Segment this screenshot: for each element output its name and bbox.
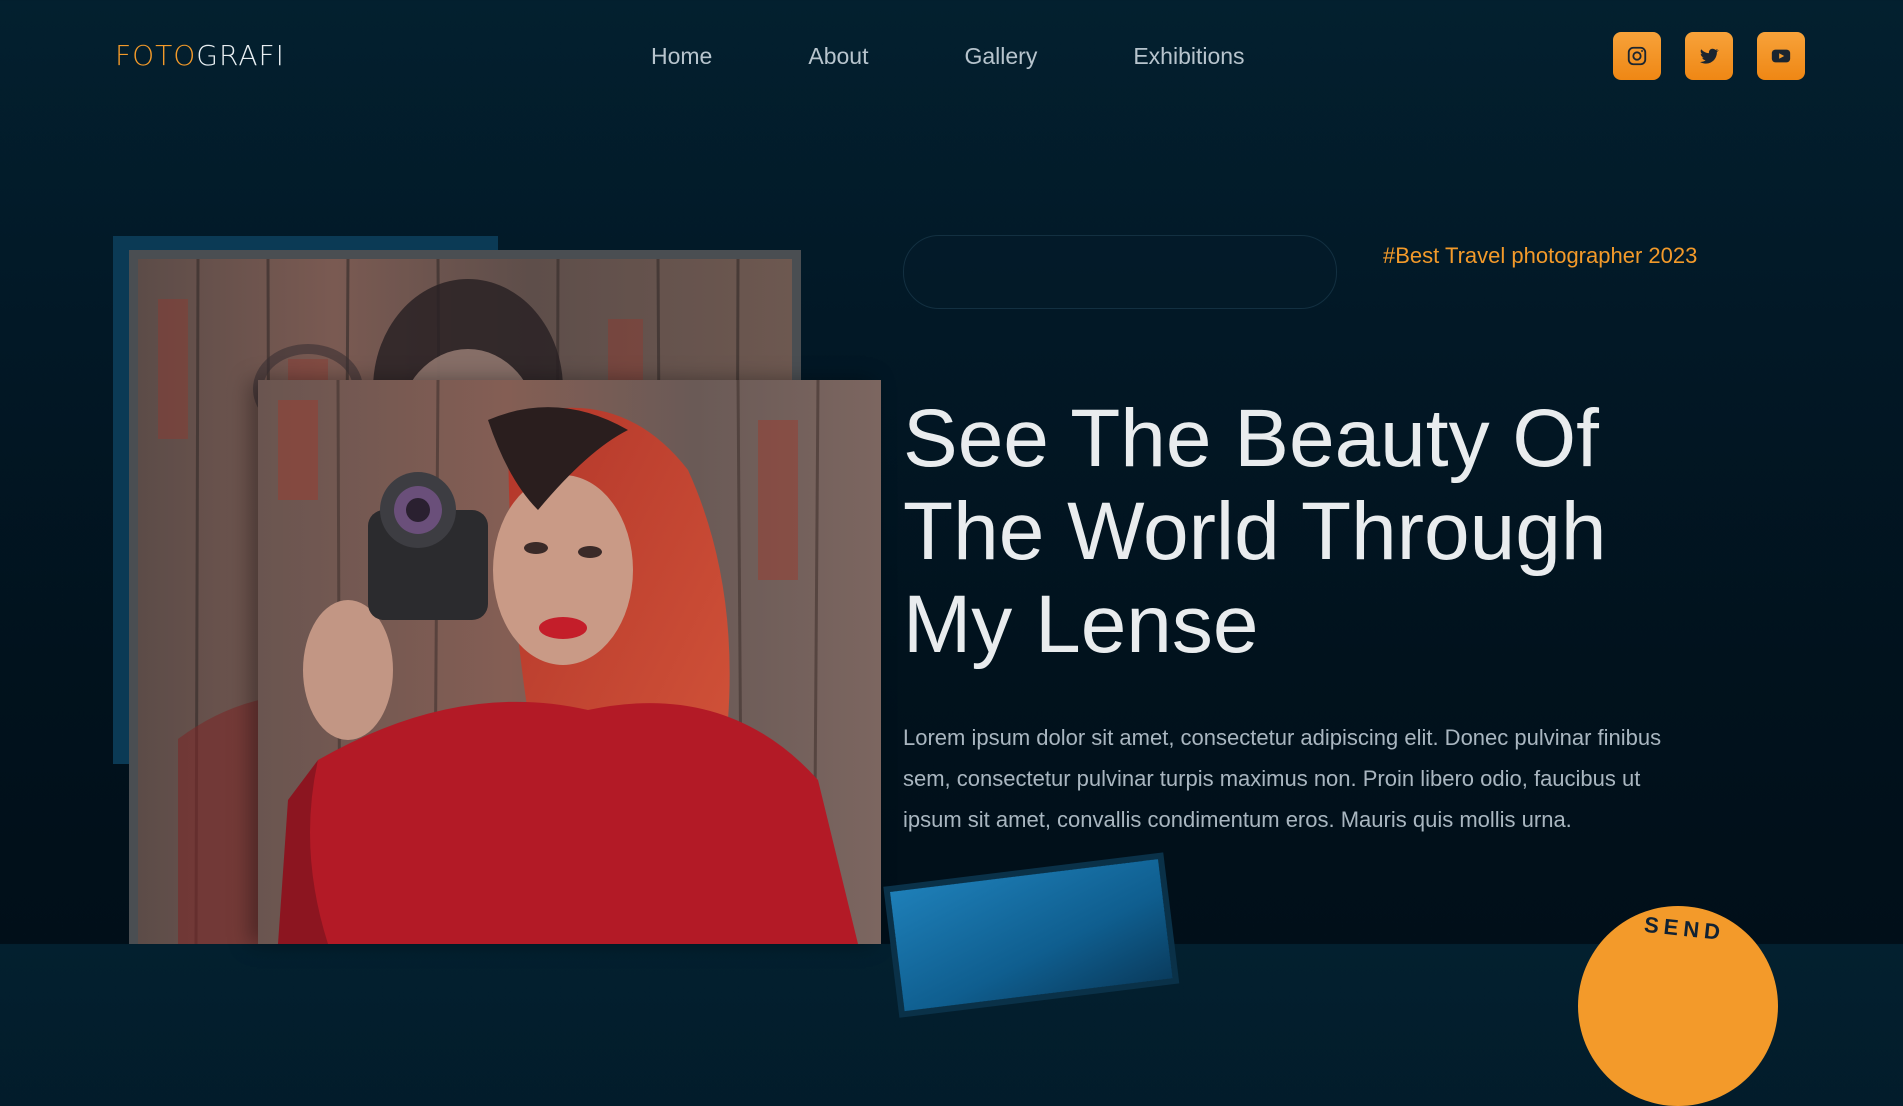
hero-title-line-1: See The Beauty Of — [903, 393, 1599, 484]
youtube-button[interactable] — [1757, 32, 1805, 80]
youtube-icon — [1771, 49, 1791, 63]
twitter-button[interactable] — [1685, 32, 1733, 80]
main-nav: Home About Gallery Exhibitions — [651, 42, 1245, 70]
logo-part-grafi: GRAFI — [196, 39, 285, 72]
decorative-card — [890, 859, 1173, 1012]
social-links — [1613, 32, 1805, 80]
award-tagline: #Best Travel photographer 2023 — [1383, 243, 1698, 268]
hero-description: Lorem ipsum dolor sit amet, consectetur … — [903, 725, 1662, 832]
logo[interactable]: FOTOGRAFI — [115, 38, 285, 74]
photo-front-image — [258, 380, 881, 944]
hero-title-line-3: My Lense — [903, 579, 1259, 670]
nav-exhibitions[interactable]: Exhibitions — [1133, 42, 1244, 70]
nav-about[interactable]: About — [808, 42, 868, 70]
logo-part-foto: FOTO — [115, 39, 197, 72]
nav-home[interactable]: Home — [651, 42, 712, 70]
instagram-icon — [1627, 46, 1647, 66]
nav-gallery[interactable]: Gallery — [964, 42, 1037, 70]
hero-title: See The Beauty Of The World Through My L… — [903, 392, 1803, 671]
instagram-button[interactable] — [1613, 32, 1661, 80]
site-header: FOTOGRAFI Home About Gallery Exhibitions — [0, 0, 1903, 112]
hero-title-line-2: The World Through — [903, 486, 1607, 577]
badge-pill — [903, 235, 1337, 309]
twitter-icon — [1699, 48, 1719, 64]
